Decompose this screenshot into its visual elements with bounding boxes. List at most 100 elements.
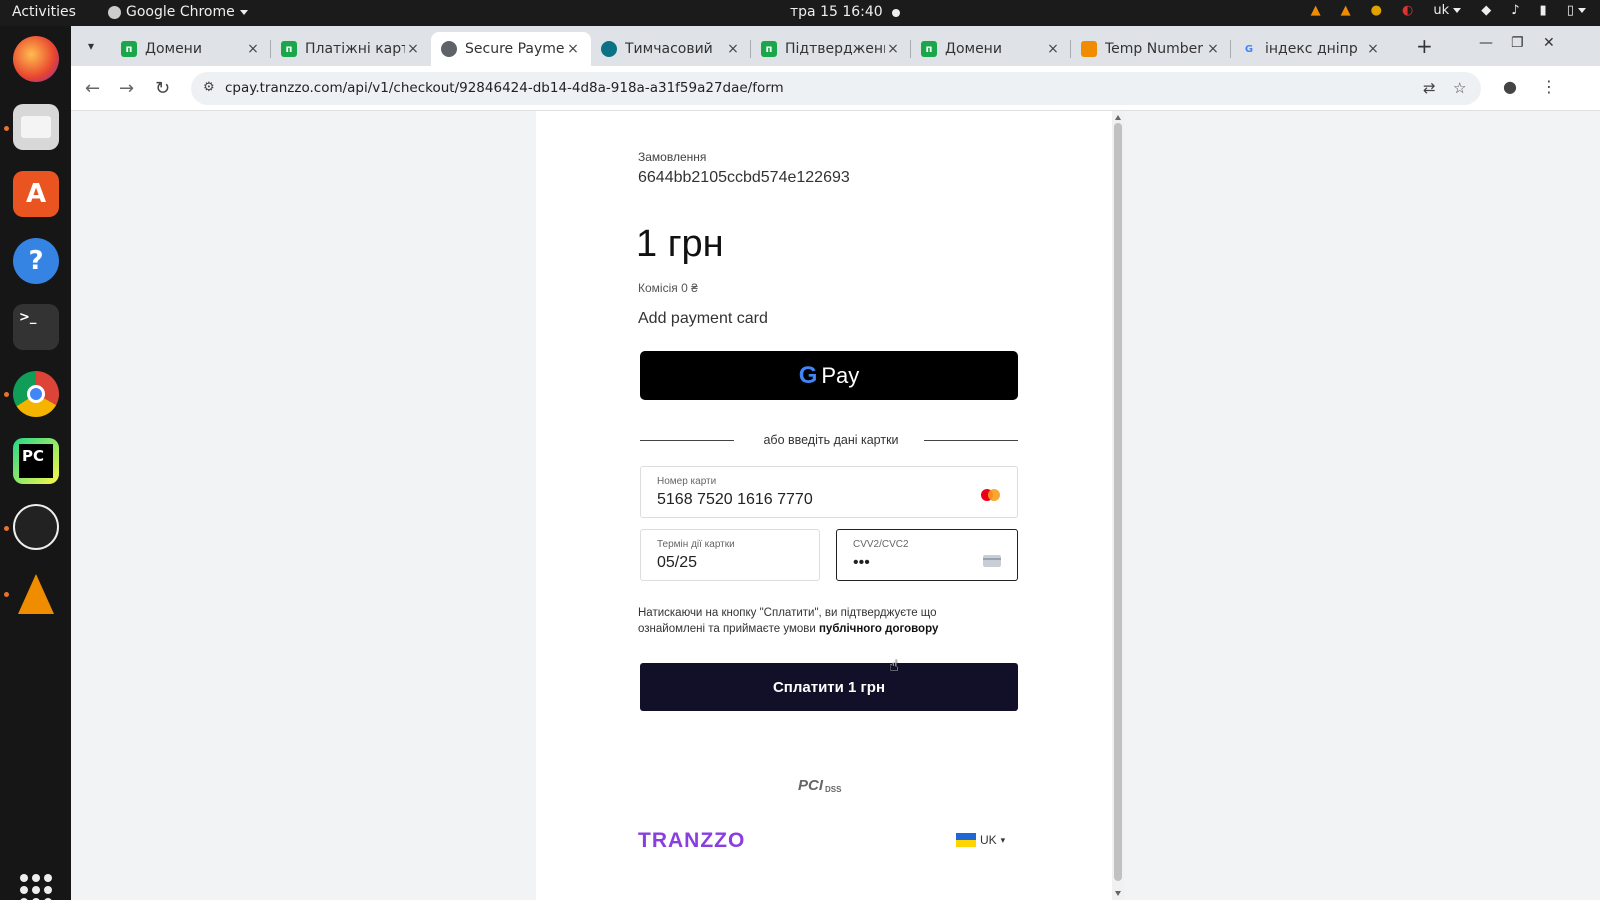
tab-close-icon[interactable]: ×: [245, 41, 261, 57]
battery-icon[interactable]: ▯: [1567, 3, 1586, 18]
browser-tab[interactable]: Temp Number ×: [1071, 32, 1231, 66]
notification-dot-icon: [892, 9, 900, 17]
tab-close-icon[interactable]: ×: [1365, 41, 1381, 57]
tab-separator: [910, 40, 911, 58]
tab-separator: [1230, 40, 1231, 58]
language-indicator[interactable]: uk: [1433, 3, 1462, 18]
address-bar[interactable]: ⚙ cpay.tranzzo.com/api/v1/checkout/92846…: [191, 72, 1481, 105]
files-icon[interactable]: [13, 104, 59, 150]
tab-search-icon[interactable]: ▾: [79, 34, 103, 58]
sync-tray-icon[interactable]: ◐: [1402, 3, 1413, 18]
terminal-icon[interactable]: >_: [13, 304, 59, 350]
vlc-tray-icon[interactable]: ▲: [1311, 3, 1321, 18]
minimize-icon[interactable]: —: [1479, 35, 1493, 51]
tab-favicon-icon: [441, 41, 457, 57]
browser-tab[interactable]: Gіндекс дніпр ×: [1231, 32, 1391, 66]
help-icon[interactable]: ?: [13, 238, 59, 284]
tab-strip: ▾ пДомени×пПлатіжні карти×Secure Payment…: [71, 26, 1600, 66]
tab-close-icon[interactable]: ×: [405, 41, 421, 57]
back-icon[interactable]: ←: [85, 78, 100, 99]
chrome-icon[interactable]: [13, 371, 59, 417]
bookmark-star-icon[interactable]: ☆: [1453, 79, 1466, 97]
browser-tab[interactable]: п Домени ×: [911, 32, 1071, 66]
clock[interactable]: тра 15 16:40: [790, 4, 883, 20]
obs-icon[interactable]: [13, 504, 59, 550]
cvv-input[interactable]: •••: [853, 554, 870, 572]
tab-close-icon[interactable]: ×: [1205, 41, 1221, 57]
app-menu[interactable]: Google Chrome: [108, 4, 248, 20]
tab-title: індекс дніпр: [1265, 41, 1358, 57]
page-scrollbar[interactable]: [1112, 111, 1124, 900]
activities-button[interactable]: Activities: [12, 4, 76, 20]
scroll-up-icon[interactable]: [1115, 115, 1121, 120]
chevron-down-icon: ▾: [1000, 834, 1006, 845]
running-indicator: [4, 526, 9, 531]
browser-tab[interactable]: Тимчасовий ×: [591, 32, 751, 66]
tab-favicon-icon: п: [921, 41, 937, 57]
system-top-bar: Activities Google Chrome тра 15 16:40 ▲ …: [0, 0, 1600, 26]
tab-title: Домени: [945, 41, 1002, 57]
divider-left: [640, 440, 734, 441]
pci-dss-logo: PCI DSS: [798, 777, 841, 794]
chevron-down-icon: [239, 9, 248, 15]
mastercard-icon: [981, 489, 1001, 501]
scroll-down-icon[interactable]: [1115, 891, 1121, 896]
checkout-form: Замовлення 6644bb2105ccbd574e122693 1 гр…: [536, 111, 1112, 900]
profile-icon[interactable]: ●: [1503, 77, 1517, 96]
card-number-input[interactable]: 5168 7520 1616 7770: [657, 491, 813, 509]
volume-icon[interactable]: ♪: [1511, 3, 1519, 18]
translate-icon[interactable]: ⇄: [1423, 79, 1436, 97]
browser-tab[interactable]: п Домени ×: [111, 32, 271, 66]
tab-close-icon[interactable]: ×: [565, 41, 581, 57]
cvv-field[interactable]: CVV2/CVC2 •••: [836, 529, 1018, 581]
google-pay-button[interactable]: G Pay: [640, 351, 1018, 400]
expiry-input[interactable]: 05/25: [657, 554, 697, 572]
running-indicator: [4, 392, 9, 397]
browser-tab[interactable]: п Платіжні карти×: [271, 32, 431, 66]
tab-favicon-icon: п: [761, 41, 777, 57]
vlc-tray-icon-2[interactable]: ▲: [1341, 3, 1351, 18]
divider-right: [924, 440, 1018, 441]
restore-icon[interactable]: ❐: [1511, 35, 1524, 51]
tab-close-icon[interactable]: ×: [1045, 41, 1061, 57]
chrome-tray-icon[interactable]: ●: [1371, 3, 1382, 18]
vlc-icon[interactable]: [13, 571, 59, 617]
system-tray[interactable]: ▲ ▲ ● ◐ uk ◆ ♪ ▮ ▯: [1311, 3, 1586, 18]
tab-close-icon[interactable]: ×: [885, 41, 901, 57]
show-apps-icon[interactable]: [20, 874, 52, 900]
tab-separator: [270, 40, 271, 58]
new-tab-button[interactable]: +: [1416, 34, 1433, 58]
ukraine-flag-icon: [956, 833, 976, 847]
add-payment-card-link[interactable]: Add payment card: [638, 310, 768, 328]
browser-window: ▾ пДомени×пПлатіжні карти×Secure Payment…: [71, 26, 1600, 900]
microphone-icon[interactable]: ▮: [1540, 3, 1547, 18]
hand-cursor-icon: ☝: [889, 656, 899, 675]
app-menu-label: Google Chrome: [126, 4, 235, 20]
firefox-icon[interactable]: [13, 36, 59, 82]
expiry-label: Термін дії картки: [657, 539, 735, 550]
browser-tab[interactable]: п Підтвердження×: [751, 32, 911, 66]
divider-text: або введіть дані картки: [763, 433, 899, 447]
tab-close-icon[interactable]: ×: [725, 41, 741, 57]
pay-button[interactable]: Сплатити 1 грн: [640, 663, 1018, 711]
tab-title: Temp Number: [1105, 41, 1203, 57]
tab-separator: [750, 40, 751, 58]
order-id: 6644bb2105ccbd574e122693: [638, 169, 850, 186]
browser-tab[interactable]: Secure Payment×: [431, 32, 591, 66]
chrome-menu-icon[interactable]: ⋮: [1541, 77, 1557, 96]
expiry-field[interactable]: Термін дії картки 05/25: [640, 529, 820, 581]
pycharm-icon[interactable]: PC: [13, 438, 59, 484]
language-selector[interactable]: UK ▾: [956, 833, 1005, 847]
close-window-icon[interactable]: ✕: [1543, 35, 1555, 51]
tranzzo-logo[interactable]: TRANZZO: [638, 829, 745, 853]
reload-icon[interactable]: ↻: [155, 78, 170, 99]
software-center-icon[interactable]: A: [13, 171, 59, 217]
tab-favicon-icon: п: [281, 41, 297, 57]
wifi-icon[interactable]: ◆: [1481, 3, 1491, 18]
scroll-thumb[interactable]: [1114, 123, 1122, 881]
forward-icon[interactable]: →: [119, 78, 134, 99]
public-contract-link[interactable]: публічного договору: [819, 623, 938, 635]
tab-favicon-icon: [601, 41, 617, 57]
site-info-icon[interactable]: ⚙: [203, 80, 215, 95]
card-number-field[interactable]: Номер карти 5168 7520 1616 7770: [640, 466, 1018, 518]
